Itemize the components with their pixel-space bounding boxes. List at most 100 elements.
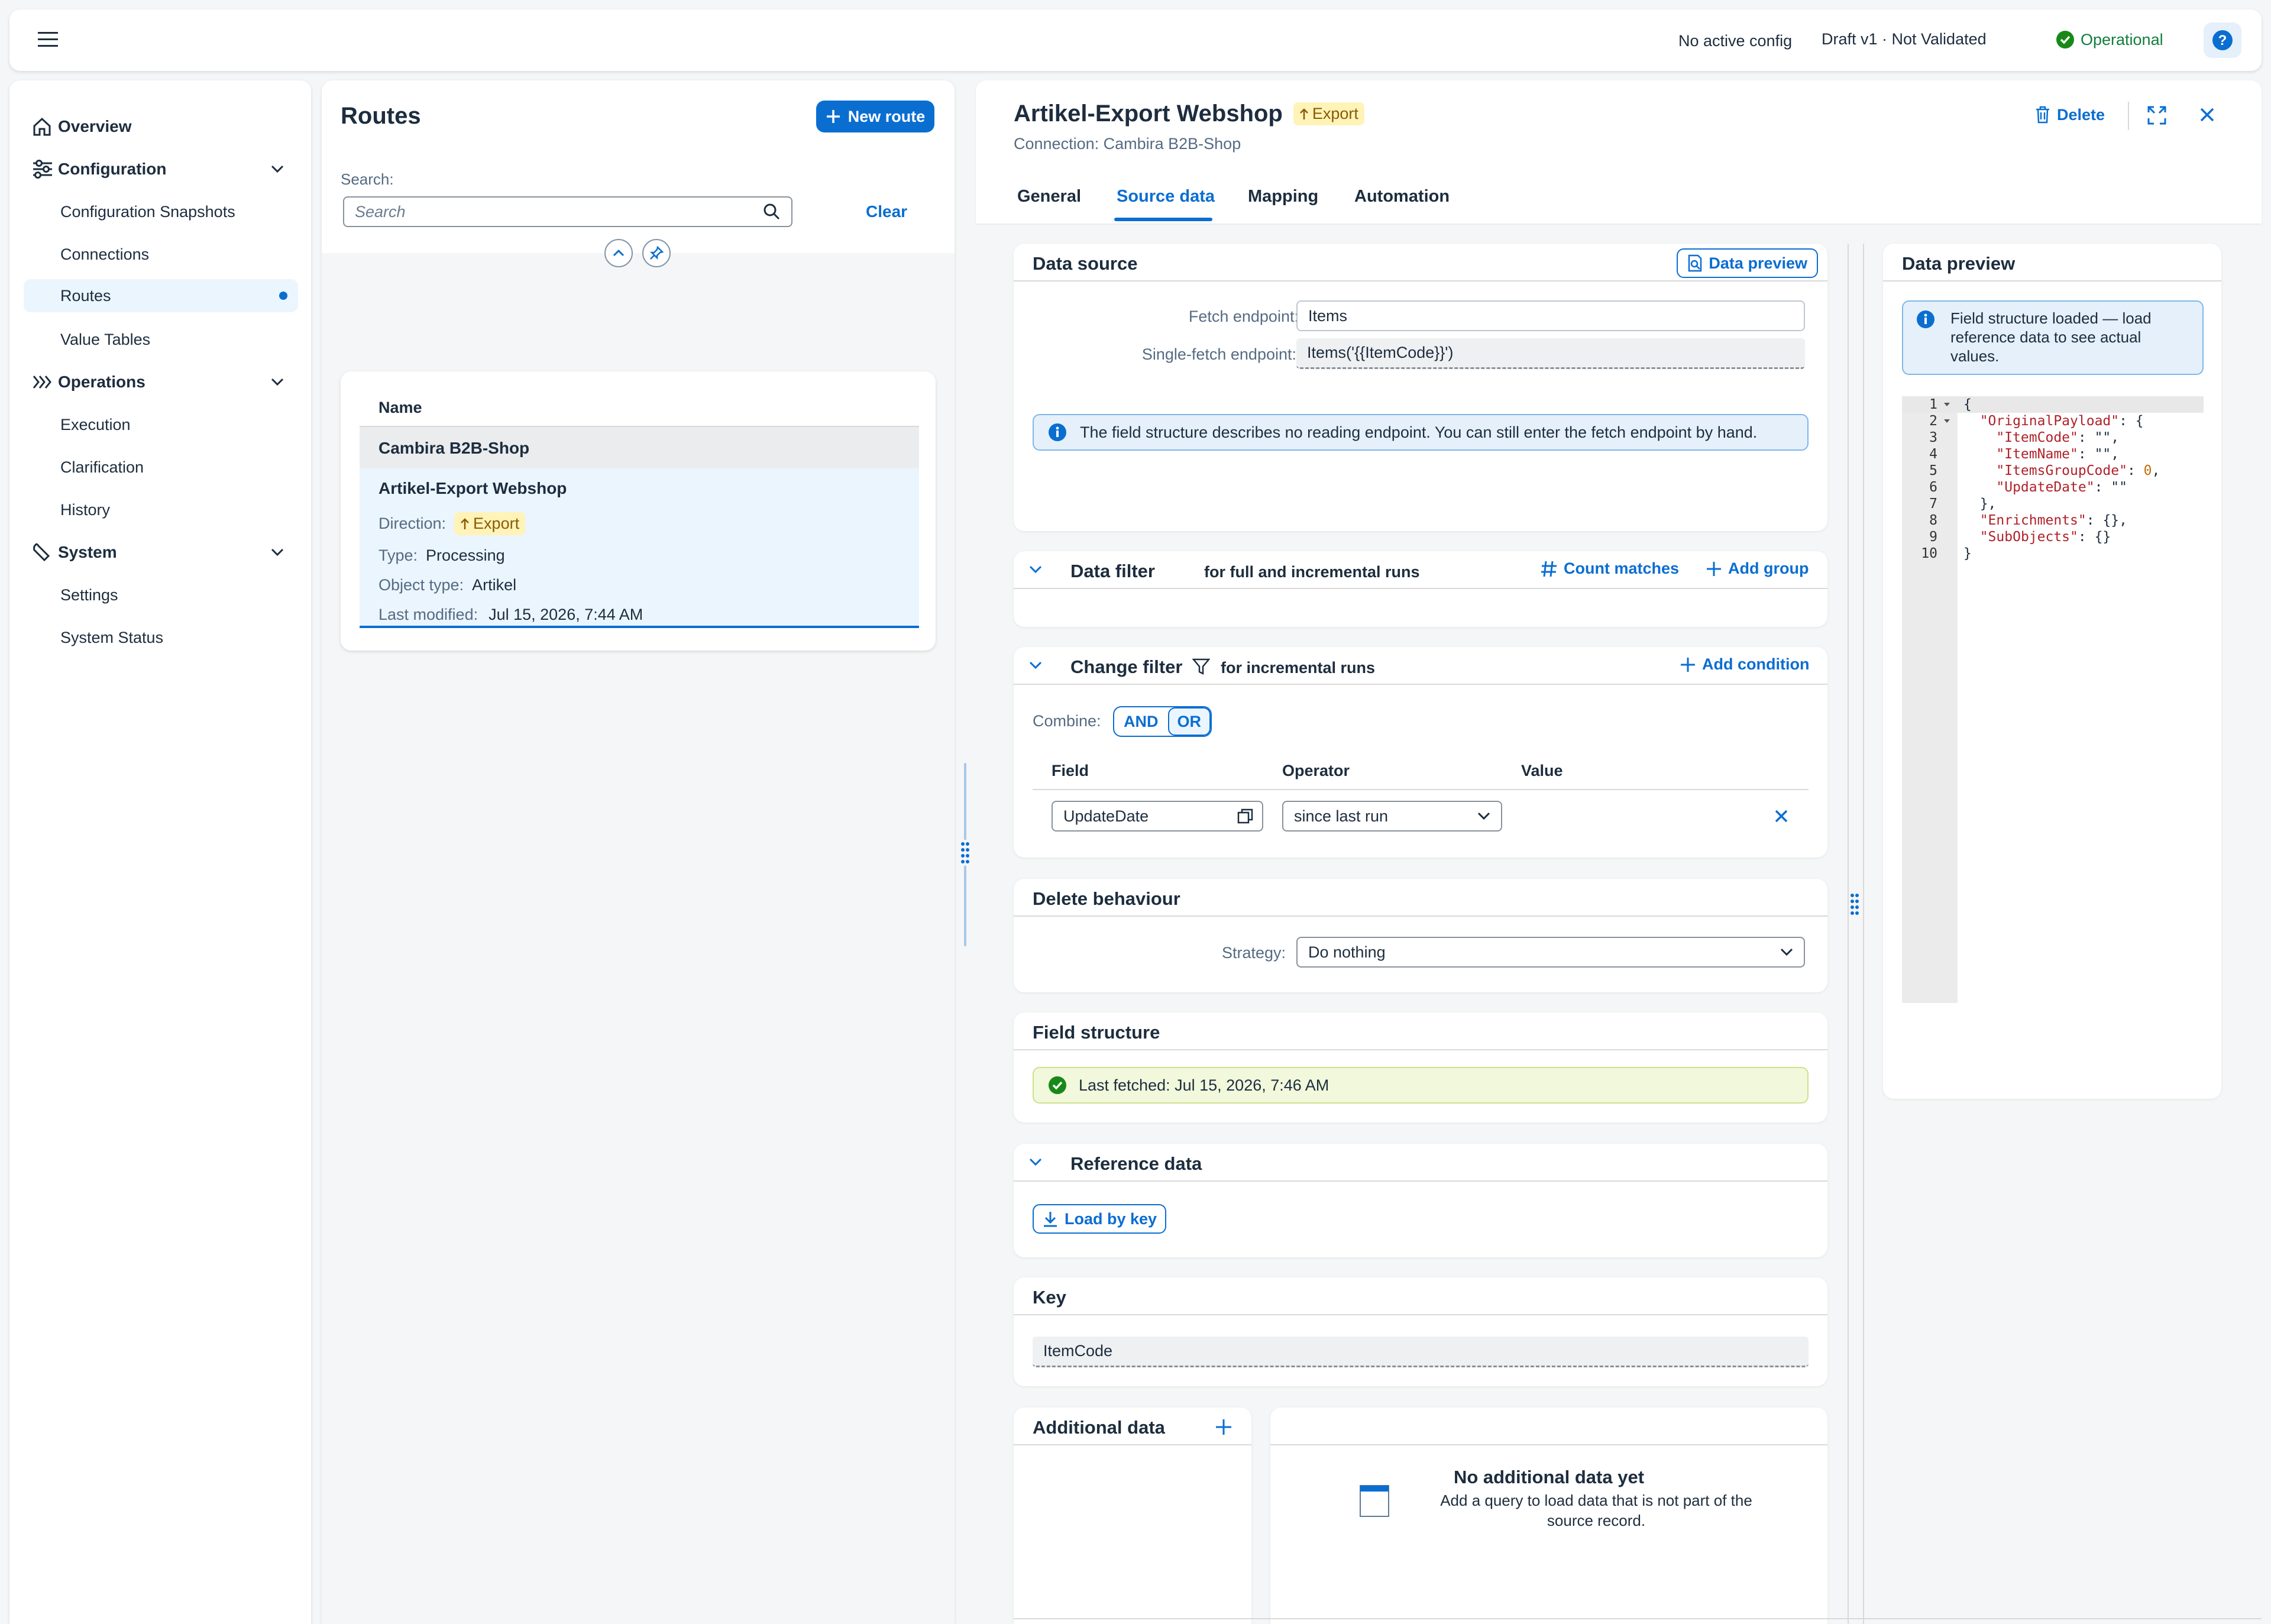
divider	[1014, 1618, 2262, 1619]
collapse-header-button[interactable]	[604, 239, 633, 267]
splitter-handle[interactable]	[959, 840, 971, 866]
routes-list-area: Name Cambira B2B-Shop Artikel-Export Web…	[322, 239, 955, 1624]
chevron-down-icon[interactable]	[271, 548, 284, 557]
data-preview-panel: Data preview Field structure loaded — lo…	[1883, 244, 2221, 1099]
strategy-select[interactable]: Do nothing	[1296, 937, 1805, 968]
chevron-down-icon[interactable]	[271, 165, 284, 173]
remove-condition-button[interactable]	[1774, 809, 1788, 823]
nav-overview[interactable]: Overview	[24, 110, 298, 143]
nav-connections[interactable]: Connections	[24, 238, 298, 271]
additional-data-title: Additional data	[1033, 1417, 1165, 1438]
chevron-down-icon[interactable]	[1029, 565, 1042, 574]
plus-icon	[1707, 561, 1721, 576]
chevron-down-icon[interactable]	[1029, 661, 1042, 669]
section-header: Data filter for full and incremental run…	[1014, 551, 1827, 589]
nav-settings[interactable]: Settings	[24, 578, 298, 612]
nav-configuration-snapshots[interactable]: Configuration Snapshots	[24, 195, 298, 228]
new-route-button[interactable]: New route	[816, 101, 934, 132]
route-row-selected[interactable]: Artikel-Export Webshop Direction: Export…	[360, 468, 919, 628]
load-by-key-button[interactable]: Load by key	[1033, 1204, 1167, 1234]
tab-general[interactable]: General	[1017, 187, 1081, 206]
nav-configuration[interactable]: Configuration	[24, 153, 298, 186]
search-input[interactable]: Search	[343, 196, 792, 227]
section-header: Field structure	[1014, 1012, 1827, 1050]
close-button[interactable]	[2199, 106, 2215, 123]
nav-history[interactable]: History	[24, 493, 298, 526]
help-button[interactable]: ?	[2204, 22, 2241, 58]
fold-marker-icon[interactable]	[1943, 402, 1950, 407]
nav-system-status[interactable]: System Status	[24, 621, 298, 654]
nav-clarification-label: Clarification	[60, 458, 144, 476]
nav-system-status-label: System Status	[60, 628, 164, 646]
add-additional-data-button[interactable]	[1215, 1418, 1232, 1436]
fullscreen-button[interactable]	[2147, 105, 2167, 125]
additional-data-list: Additional data	[1014, 1408, 1251, 1624]
code-line: "OriginalPayload": {	[1979, 413, 2144, 429]
route-detail: Artikel-Export Webshop Export Connection…	[976, 80, 2262, 1624]
nav-routes[interactable]: Routes	[24, 279, 298, 312]
preview-icon	[1688, 254, 1702, 272]
key-input[interactable]: ItemCode	[1033, 1337, 1809, 1367]
data-source-section: Data source Data preview Fetch endpoint:…	[1014, 244, 1827, 531]
type-value: Processing	[426, 546, 505, 564]
help-icon: ?	[2212, 30, 2233, 50]
side-navigation: Overview Configuration Configuration Sna…	[9, 80, 311, 1624]
chevron-down-icon[interactable]	[271, 378, 284, 386]
delete-behaviour-title: Delete behaviour	[1033, 888, 1180, 909]
section-header: Delete behaviour	[1014, 879, 1827, 917]
tab-mapping[interactable]: Mapping	[1248, 187, 1318, 206]
pin-header-button[interactable]	[642, 239, 671, 267]
data-preview-button[interactable]: Data preview	[1677, 248, 1818, 278]
tab-automation[interactable]: Automation	[1354, 187, 1450, 206]
detail-title-row: Artikel-Export Webshop Export	[1014, 101, 1364, 127]
add-group-button[interactable]: Add group	[1706, 559, 1809, 578]
line-number: 9	[1929, 529, 1937, 545]
config-status: No active config	[1678, 32, 1793, 50]
shell-bar: No active config Draft v1 · Not Validate…	[9, 9, 2262, 71]
count-matches-button[interactable]: Count matches	[1540, 559, 1679, 578]
fold-marker-icon[interactable]	[1943, 419, 1950, 423]
add-condition-button[interactable]: Add condition	[1680, 655, 1809, 674]
value-help-icon[interactable]	[1237, 808, 1254, 824]
route-direction: Direction: Export	[378, 512, 526, 535]
arrow-up-icon	[461, 517, 469, 529]
combine-or-button[interactable]: OR	[1167, 707, 1211, 736]
nav-operations[interactable]: Operations	[24, 365, 298, 399]
arrow-up-icon	[1299, 108, 1308, 119]
preview-splitter-handle[interactable]	[1850, 893, 1862, 919]
hamburger-menu-icon[interactable]	[38, 31, 58, 48]
nav-routes-label: Routes	[60, 286, 111, 305]
condition-field-input[interactable]: UpdateDate	[1052, 801, 1263, 832]
data-preview-title: Data preview	[1902, 253, 2016, 274]
clear-button[interactable]: Clear	[866, 202, 907, 221]
chevron-down-icon[interactable]	[1029, 1158, 1042, 1166]
json-code: { "OriginalPayload": { "ItemCode": "", "…	[1963, 396, 2160, 562]
search-icon[interactable]	[763, 203, 781, 221]
line-number: 4	[1929, 447, 1937, 462]
preview-info-line: values.	[1950, 347, 2000, 365]
line-number: 6	[1929, 480, 1937, 495]
chevron-down-icon	[1477, 812, 1490, 820]
nav-system[interactable]: System	[24, 536, 298, 569]
single-fetch-endpoint-input[interactable]: Items('{{ItemCode}}')	[1296, 338, 1805, 369]
nav-execution[interactable]: Execution	[24, 408, 298, 441]
condition-operator-select[interactable]: since last run	[1282, 801, 1502, 832]
tab-source-data[interactable]: Source data	[1117, 187, 1215, 206]
column-header-value: Value	[1521, 762, 1563, 779]
selected-indicator	[279, 292, 287, 300]
draft-status: Draft v1 · Not Validated	[1822, 30, 1987, 48]
delete-button[interactable]: Delete	[2034, 105, 2105, 124]
nav-clarification[interactable]: Clarification	[24, 451, 298, 484]
combine-and-button[interactable]: AND	[1114, 713, 1168, 731]
column-header-field: Field	[1052, 762, 1089, 779]
group-row[interactable]: Cambira B2B-Shop	[360, 427, 919, 468]
json-code-editor[interactable]: 1 2 3 4 5 6 7 8 9 10 { "OriginalPayload"…	[1902, 396, 2204, 1003]
nav-value-tables[interactable]: Value Tables	[24, 323, 298, 356]
divider	[1033, 789, 1809, 790]
fetch-endpoint-input[interactable]: Items	[1296, 300, 1805, 331]
new-route-label: New route	[847, 107, 926, 125]
code-line: "ItemsGroupCode": 0,	[1996, 463, 2160, 478]
download-icon	[1044, 1212, 1057, 1227]
active-tab-indicator	[1114, 218, 1212, 221]
strategy-value: Do nothing	[1308, 943, 1386, 961]
